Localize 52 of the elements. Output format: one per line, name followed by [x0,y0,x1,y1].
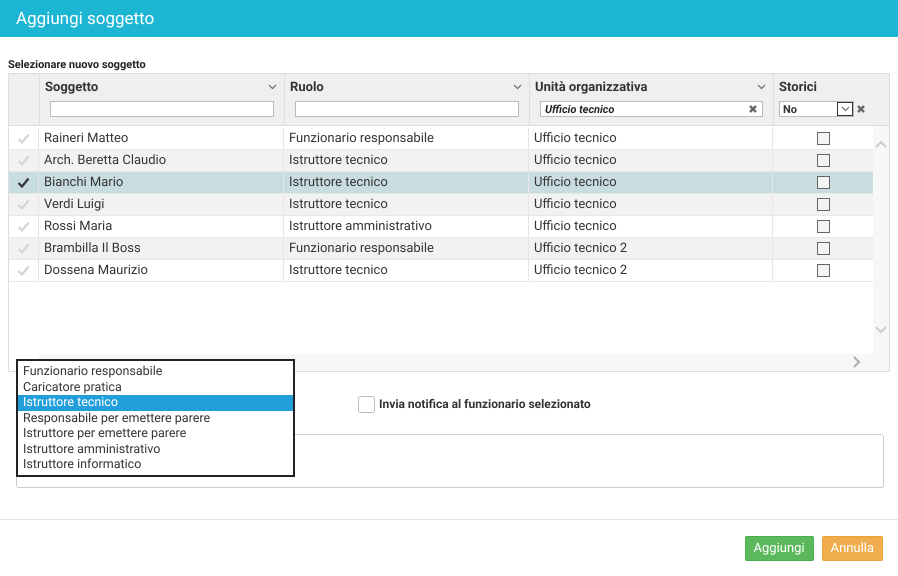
filter-field[interactable] [295,101,519,117]
table-cell: Istruttore amministrativo [284,216,529,237]
dialog-title: Aggiungi soggetto [0,0,898,37]
checkbox[interactable] [816,264,830,277]
table-cell: Istruttore tecnico [284,150,529,171]
column-header[interactable]: Storici [779,80,870,94]
table-cell: Istruttore tecnico [284,194,529,215]
table-cell: Raineri Matteo [39,128,284,149]
table-cell: Dossena Maurizio [39,260,284,281]
table-cell: Bianchi Mario [39,172,284,193]
table-cell: Istruttore tecnico [284,260,529,281]
table-cell: Rossi Maria [39,216,284,237]
dropdown-option[interactable]: Responsabile per emettere parere [18,410,293,426]
dropdown-option[interactable]: Caricatore pratica [18,380,293,395]
table-cell: Ufficio tecnico 2 [529,260,773,281]
checkbox-label[interactable]: Invia notifica al funzionario selezionato [379,397,591,411]
table-cell: Istruttore tecnico [284,172,529,193]
table-cell: Funzionario responsabile [284,238,529,259]
chevron-icon[interactable] [513,84,522,90]
checkbox[interactable] [816,154,830,167]
filter-field[interactable] [50,101,274,117]
table-cell: Ufficio tecnico 2 [529,238,773,259]
checkbox[interactable] [358,396,375,412]
chevron-icon[interactable] [268,84,277,90]
filter-select[interactable]: No [779,101,854,117]
checkbox[interactable] [816,132,830,145]
table-cell: Brambilla Il Boss [39,238,284,259]
column-header[interactable]: Ruolo [290,80,513,94]
clear-icon[interactable] [856,104,866,114]
clear-icon[interactable] [748,104,758,114]
dropdown-option[interactable]: Istruttore informatico [18,457,293,472]
checkbox[interactable] [816,220,830,233]
table-cell: Ufficio tecnico [529,128,773,149]
dropdown-option[interactable]: Istruttore per emettere parere [18,426,293,442]
dropdown-icon[interactable] [837,102,853,116]
checkbox[interactable] [816,242,830,255]
chevron-icon[interactable] [757,84,766,90]
section-label: Selezionare nuovo soggetto [8,57,147,73]
table-cell: Ufficio tecnico [529,216,773,237]
filter-field[interactable]: Ufficio tecnico [540,101,763,117]
column-header[interactable]: Unità organizzativa [535,80,757,94]
table-cell: Ufficio tecnico [529,194,773,215]
dropdown-option[interactable]: Funzionario responsabile [18,364,293,380]
table-cell: Verdi Luigi [39,194,284,215]
checkbox[interactable] [816,176,830,189]
table-cell: Ufficio tecnico [529,172,773,193]
column-header[interactable]: Soggetto [45,80,268,94]
table-cell: Funzionario responsabile [284,128,529,149]
checkbox[interactable] [816,198,830,211]
table-cell: Arch. Beretta Claudio [39,150,284,171]
table-cell: Ufficio tecnico [529,150,773,171]
dropdown-option[interactable]: Istruttore amministrativo [18,442,293,457]
